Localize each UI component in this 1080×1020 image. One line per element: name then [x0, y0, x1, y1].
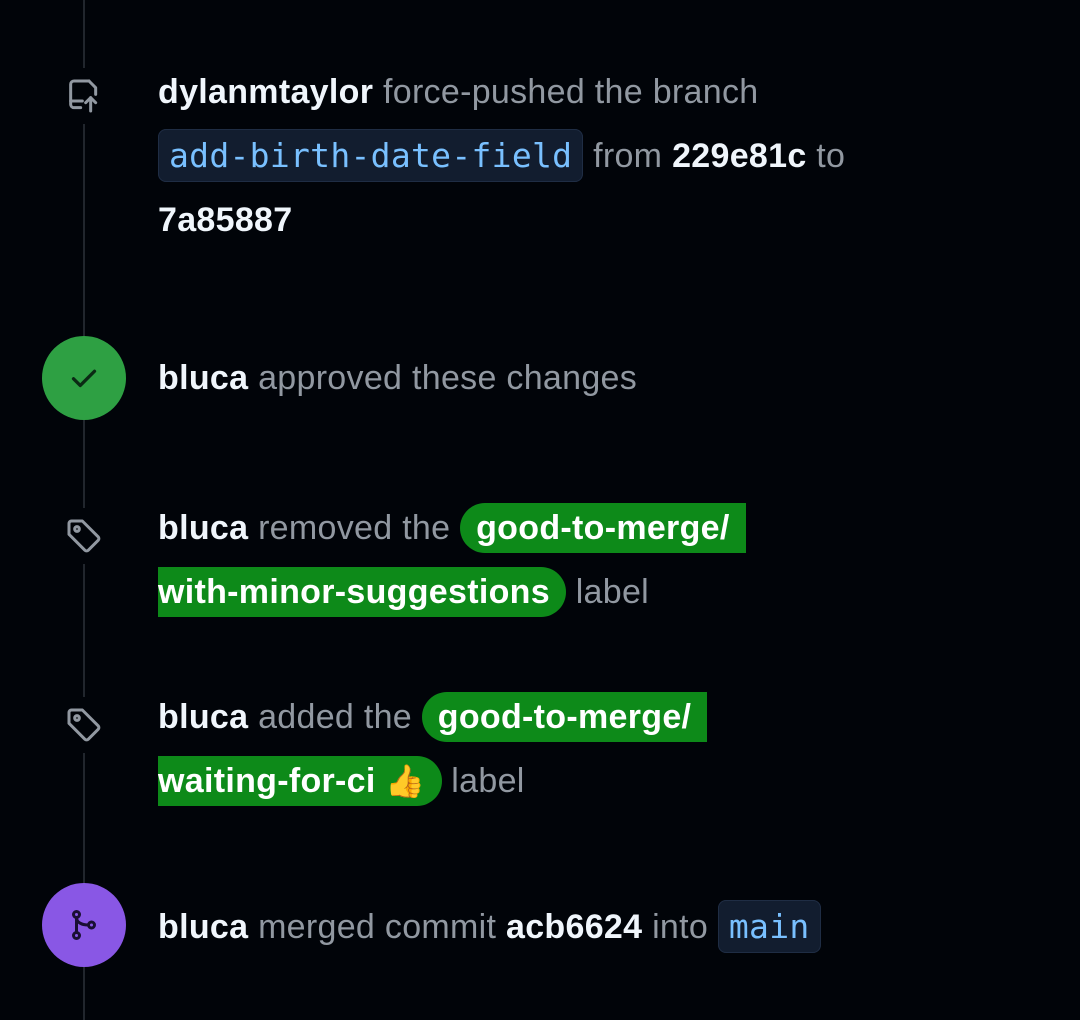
merge-commit-sha[interactable]: acb6624 [506, 908, 642, 946]
tag-icon [56, 697, 112, 753]
approved-text: bluca approved these changes [158, 346, 1038, 410]
label-suffix: label [575, 573, 650, 611]
event-action: added the [258, 698, 413, 736]
from-commit-sha[interactable]: 229e81c [672, 137, 806, 175]
merged-badge [42, 883, 126, 967]
event-action: approved these changes [258, 359, 638, 397]
event-author[interactable]: bluca [158, 359, 248, 397]
merged-text: bluca merged commit acb6624 into main [158, 895, 1038, 959]
event-author[interactable]: dylanmtaylor [158, 73, 373, 111]
event-action: force-pushed the branch [382, 73, 759, 111]
repo-push-icon [56, 68, 112, 124]
label-suffix: label [451, 762, 525, 800]
branch-name[interactable]: add-birth-date-field [158, 129, 584, 182]
from-word: from [593, 137, 663, 175]
label-removed-text: bluca removed the good-to-merge/ with-mi… [158, 496, 1038, 624]
event-action: removed the [258, 509, 451, 547]
into-word: into [652, 908, 709, 946]
event-author[interactable]: bluca [158, 509, 248, 547]
thumbs-up-emoji: 👍 [385, 763, 426, 799]
approved-badge [42, 336, 126, 420]
event-action: merged commit [258, 908, 497, 946]
check-icon [71, 369, 97, 388]
to-commit-sha[interactable]: 7a85887 [158, 201, 292, 239]
target-branch[interactable]: main [717, 900, 821, 953]
git-merge-icon [72, 910, 96, 940]
label-good-to-merge-with-minor-suggestions[interactable]: good-to-merge/ [460, 503, 746, 553]
event-author[interactable]: bluca [158, 698, 248, 736]
label-good-to-merge-waiting-for-ci-cont[interactable]: waiting-for-ci 👍 [158, 756, 442, 806]
tag-icon [56, 508, 112, 564]
label-good-to-merge-with-minor-suggestions-cont[interactable]: with-minor-suggestions [158, 567, 566, 617]
label-added-text: bluca added the good-to-merge/ waiting-f… [158, 685, 1038, 813]
event-author[interactable]: bluca [158, 908, 248, 946]
to-word: to [816, 137, 846, 175]
force-push-text: dylanmtaylor force-pushed the branch add… [158, 60, 1038, 252]
label-good-to-merge-waiting-for-ci[interactable]: good-to-merge/ [421, 692, 708, 742]
